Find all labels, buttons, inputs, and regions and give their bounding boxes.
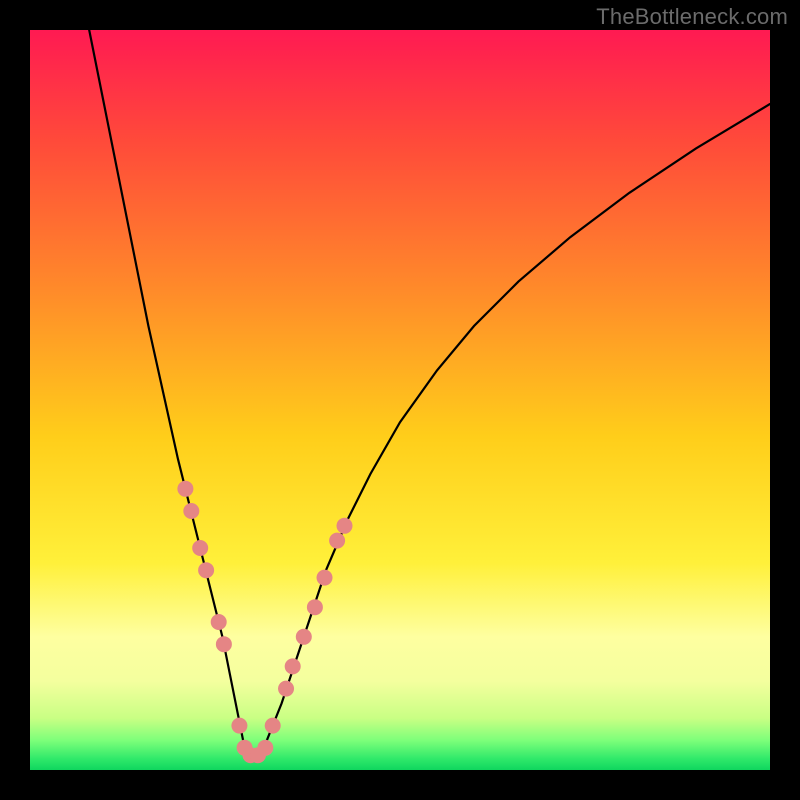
highlight-dot [265,718,281,734]
highlight-dot [257,740,273,756]
highlight-dot [337,518,353,534]
chart-frame: TheBottleneck.com [0,0,800,800]
highlight-dot [216,636,232,652]
highlight-dot [307,599,323,615]
highlight-dots [177,481,352,763]
highlight-dot [317,570,333,586]
highlight-dot [329,533,345,549]
bottleneck-curve [89,30,770,755]
highlight-dot [211,614,227,630]
highlight-dot [192,540,208,556]
highlight-dot [198,562,214,578]
plot-area [30,30,770,770]
highlight-dot [296,629,312,645]
highlight-dot [278,681,294,697]
highlight-dot [231,718,247,734]
watermark-text: TheBottleneck.com [596,4,788,30]
curve-layer [30,30,770,770]
highlight-dot [183,503,199,519]
highlight-dot [285,658,301,674]
highlight-dot [177,481,193,497]
